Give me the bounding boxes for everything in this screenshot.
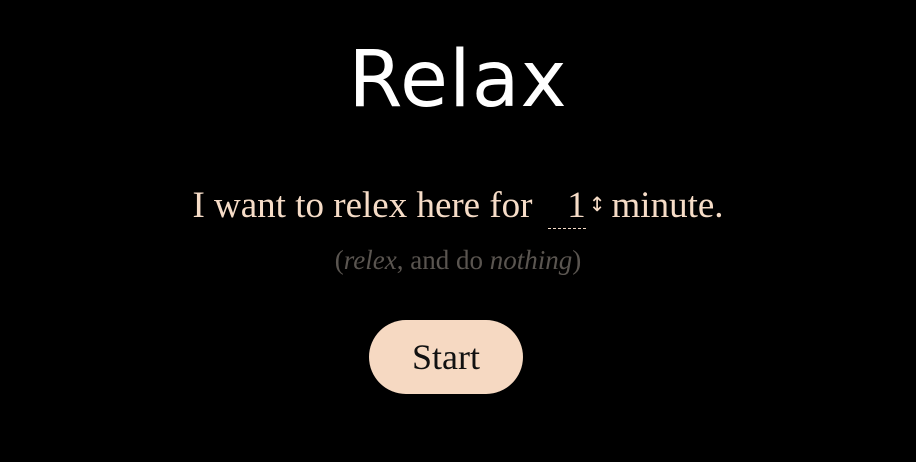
subtitle-word-relex: relex	[343, 245, 397, 275]
relax-page: Relax I want to relex here for ↕minute. …	[0, 0, 916, 462]
duration-sentence: I want to relex here for ↕minute.	[0, 178, 916, 232]
up-down-arrow-icon[interactable]: ↕	[589, 178, 606, 230]
sentence-prefix: I want to relex here for	[192, 185, 533, 226]
subtitle-word-nothing: nothing	[489, 245, 573, 275]
subtitle: (relex, and do nothing)	[0, 242, 916, 278]
subtitle-middle: , and do	[396, 245, 490, 275]
subtitle-open-paren: (	[334, 245, 344, 275]
minutes-input[interactable]	[547, 184, 586, 229]
start-button[interactable]: Start	[369, 320, 523, 394]
sentence-suffix: minute.	[611, 185, 724, 226]
app-title: Relax	[348, 35, 568, 125]
subtitle-close-paren: )	[572, 245, 582, 275]
minutes-control[interactable]: ↕	[547, 178, 610, 232]
